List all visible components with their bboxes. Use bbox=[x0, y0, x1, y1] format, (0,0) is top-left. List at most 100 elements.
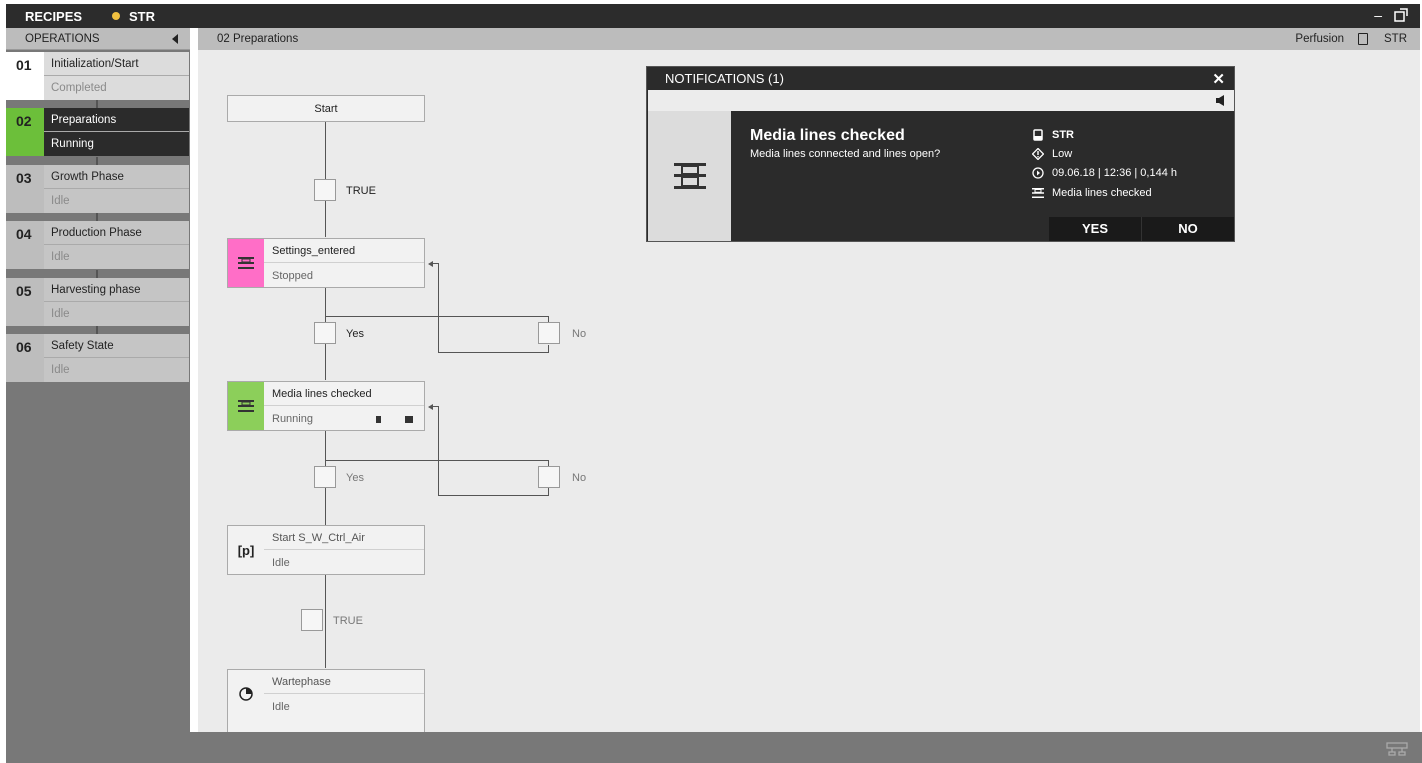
device-icon bbox=[1358, 33, 1368, 45]
flow-line bbox=[438, 495, 548, 496]
meta-device-label: STR bbox=[1052, 129, 1074, 141]
step-icon bbox=[228, 382, 264, 430]
operations-header: OPERATIONS bbox=[6, 28, 190, 50]
yes-button[interactable]: YES bbox=[1049, 217, 1142, 241]
notification-toolbar bbox=[648, 90, 1234, 111]
no-button[interactable]: NO bbox=[1142, 217, 1234, 241]
notification-message: Media lines connected and lines open? bbox=[750, 148, 941, 160]
start-label: Start bbox=[314, 103, 338, 115]
condition-box[interactable] bbox=[301, 609, 323, 631]
operation-name: Growth Phase bbox=[44, 165, 189, 189]
stop-icon[interactable] bbox=[405, 416, 413, 423]
device-name: STR bbox=[129, 9, 155, 24]
operation-number: 06 bbox=[6, 334, 44, 382]
step-icon bbox=[1032, 187, 1044, 199]
condition-box-no[interactable] bbox=[538, 322, 560, 344]
condition-label-yes: Yes bbox=[346, 472, 364, 484]
operation-state: Completed bbox=[44, 76, 189, 100]
operation-item-growth[interactable]: 03 Growth Phase Idle bbox=[6, 165, 190, 213]
flow-line bbox=[438, 460, 548, 461]
operation-connector bbox=[96, 326, 98, 334]
pause-icon[interactable] bbox=[376, 416, 381, 423]
operation-state: Idle bbox=[44, 302, 189, 326]
popout-icon[interactable] bbox=[1394, 8, 1408, 25]
step-node-wartephase[interactable]: Wartephase Idle bbox=[227, 669, 425, 732]
operation-state: Idle bbox=[44, 358, 189, 382]
collapse-arrow-icon[interactable] bbox=[172, 34, 178, 44]
operation-name: Production Phase bbox=[44, 221, 189, 245]
flow-line bbox=[325, 575, 326, 668]
title-bar: RECIPES STR – bbox=[6, 4, 1420, 28]
start-node[interactable]: Start bbox=[227, 95, 425, 122]
notifications-dialog: NOTIFICATIONS (1) ✕ Media lines checked … bbox=[646, 66, 1235, 242]
condition-label-no: No bbox=[572, 328, 587, 340]
close-icon[interactable]: ✕ bbox=[1212, 70, 1225, 88]
flow-line bbox=[325, 316, 438, 317]
notification-heading: Media lines checked bbox=[750, 127, 905, 144]
operation-item-production[interactable]: 04 Production Phase Idle bbox=[6, 221, 190, 269]
minimize-icon[interactable]: – bbox=[1374, 8, 1382, 22]
operation-name: Preparations bbox=[44, 108, 189, 132]
step-node-settings-entered[interactable]: Settings_entered Stopped bbox=[227, 238, 425, 288]
parameter-icon: [p] bbox=[237, 542, 255, 558]
network-icon[interactable] bbox=[1386, 742, 1408, 759]
footer-bar bbox=[190, 732, 1422, 763]
operation-item-initialization[interactable]: 01 Initialization/Start Completed bbox=[6, 52, 190, 100]
operation-state: Running bbox=[44, 132, 189, 156]
operation-item-preparations[interactable]: 02 Preparations Running bbox=[6, 108, 190, 156]
condition-label: TRUE bbox=[333, 615, 363, 627]
operation-item-harvesting[interactable]: 05 Harvesting phase Idle bbox=[6, 278, 190, 326]
operation-connector bbox=[96, 213, 98, 221]
process-mode: Perfusion bbox=[1295, 33, 1344, 45]
operations-label: OPERATIONS bbox=[25, 33, 100, 45]
operation-name: Safety State bbox=[44, 334, 189, 358]
operation-number: 03 bbox=[6, 165, 44, 213]
flow-line bbox=[438, 263, 439, 353]
step-node-media-lines[interactable]: Media lines checked Running bbox=[227, 381, 425, 431]
notifications-title: NOTIFICATIONS (1) bbox=[665, 71, 784, 86]
step-state: Running bbox=[272, 413, 313, 425]
meta-device: STR bbox=[1032, 129, 1074, 141]
flow-line bbox=[325, 460, 438, 461]
flow-line bbox=[438, 406, 439, 496]
condition-label-yes: Yes bbox=[346, 328, 364, 340]
main-header: 02 Preparations Perfusion STR bbox=[198, 28, 1420, 50]
condition-box-yes[interactable] bbox=[314, 466, 336, 488]
loop-arrow-icon bbox=[428, 261, 433, 267]
flow-line bbox=[548, 345, 549, 353]
priority-icon bbox=[1032, 148, 1044, 160]
step-node-start-air[interactable]: [p] Start S_W_Ctrl_Air Idle bbox=[227, 525, 425, 575]
operation-connector bbox=[96, 100, 98, 108]
step-state: Idle bbox=[272, 701, 290, 713]
condition-box-yes[interactable] bbox=[314, 322, 336, 344]
step-title: Media lines checked bbox=[264, 382, 424, 406]
operation-item-safety[interactable]: 06 Safety State Idle bbox=[6, 334, 190, 382]
meta-step-label: Media lines checked bbox=[1052, 187, 1152, 199]
meta-priority-label: Low bbox=[1052, 148, 1073, 160]
meta-step: Media lines checked bbox=[1032, 187, 1152, 199]
speaker-icon[interactable] bbox=[1216, 95, 1226, 109]
step-icon bbox=[228, 239, 264, 287]
main-device: STR bbox=[1384, 33, 1407, 45]
operation-state: Idle bbox=[44, 245, 189, 269]
loop-arrow-icon bbox=[428, 404, 433, 410]
operation-number: 04 bbox=[6, 221, 44, 269]
meta-time-label: 09.06.18 | 12:36 | 0,144 h bbox=[1052, 167, 1177, 179]
app-title: RECIPES bbox=[25, 9, 83, 24]
step-state: Stopped bbox=[272, 270, 313, 282]
operation-number: 01 bbox=[6, 52, 44, 100]
operation-number: 02 bbox=[6, 108, 44, 156]
operation-name: Initialization/Start bbox=[44, 52, 189, 76]
condition-label: TRUE bbox=[346, 185, 376, 197]
flow-line bbox=[438, 352, 548, 353]
operation-state: Idle bbox=[44, 189, 189, 213]
page-title: 02 Preparations bbox=[217, 33, 299, 45]
condition-box[interactable] bbox=[314, 179, 336, 201]
notification-type-icon bbox=[648, 111, 731, 241]
timer-icon bbox=[228, 670, 264, 718]
condition-box-no[interactable] bbox=[538, 466, 560, 488]
status-dot-icon bbox=[112, 12, 120, 20]
step-title: Wartephase bbox=[264, 670, 424, 694]
clock-icon bbox=[1032, 167, 1044, 179]
meta-time: 09.06.18 | 12:36 | 0,144 h bbox=[1032, 167, 1177, 179]
